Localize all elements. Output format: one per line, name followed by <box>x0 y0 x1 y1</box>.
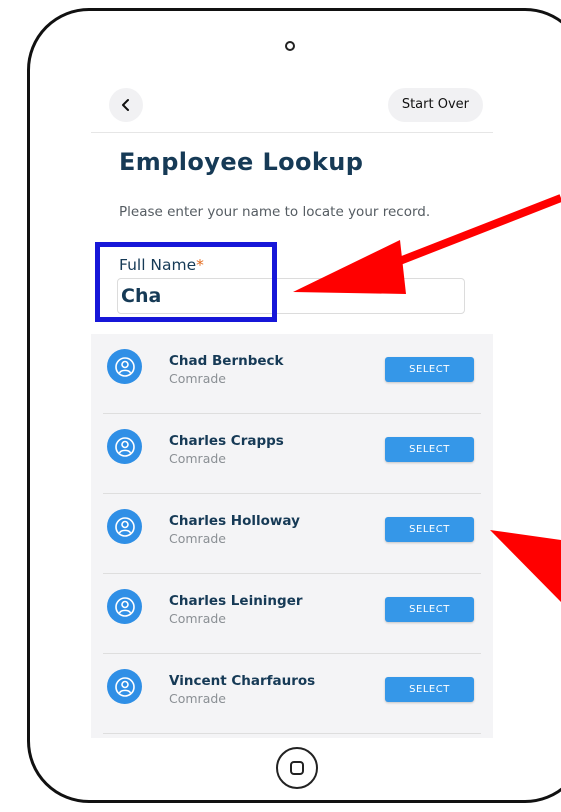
employee-role: Comrade <box>169 371 226 386</box>
home-button[interactable] <box>276 747 318 789</box>
employee-name: Charles Crapps <box>169 433 284 449</box>
employee-name: Charles Leininger <box>169 593 303 609</box>
top-bar: Start Over <box>91 76 493 133</box>
list-item: Charles Crapps Comrade SELECT <box>91 414 493 494</box>
select-button[interactable]: SELECT <box>385 597 474 622</box>
home-button-icon <box>290 761 304 775</box>
user-circle-icon <box>107 429 142 464</box>
select-button[interactable]: SELECT <box>385 517 474 542</box>
back-button[interactable] <box>109 88 143 122</box>
user-circle-icon <box>107 509 142 544</box>
chevron-left-icon <box>122 99 129 111</box>
employee-role: Comrade <box>169 611 226 626</box>
page-title: Employee Lookup <box>119 148 364 176</box>
employee-role: Comrade <box>169 451 226 466</box>
user-circle-icon <box>107 349 142 384</box>
employee-name: Vincent Charfauros <box>169 673 316 689</box>
list-item: Charles Leininger Comrade SELECT <box>91 574 493 654</box>
list-item: Vincent Charfauros Comrade SELECT <box>91 654 493 734</box>
employee-role: Comrade <box>169 531 226 546</box>
page-subtitle: Please enter your name to locate your re… <box>119 204 431 220</box>
employee-name: Chad Bernbeck <box>169 353 284 369</box>
list-item: Charles Holloway Comrade SELECT <box>91 494 493 574</box>
employee-role: Comrade <box>169 691 226 706</box>
results-list: Chad Bernbeck Comrade SELECT Charles Cra… <box>91 334 493 738</box>
employee-name: Charles Holloway <box>169 513 300 529</box>
select-button[interactable]: SELECT <box>385 357 474 382</box>
camera-icon <box>285 41 295 51</box>
list-item: Chad Bernbeck Comrade SELECT <box>91 334 493 414</box>
row-divider <box>103 733 481 734</box>
user-circle-icon <box>107 589 142 624</box>
annotation-highlight-box <box>95 242 277 322</box>
select-button[interactable]: SELECT <box>385 677 474 702</box>
start-over-button[interactable]: Start Over <box>387 88 483 122</box>
user-circle-icon <box>107 669 142 704</box>
select-button[interactable]: SELECT <box>385 437 474 462</box>
app-screen: Start Over Employee Lookup Please enter … <box>91 76 493 738</box>
